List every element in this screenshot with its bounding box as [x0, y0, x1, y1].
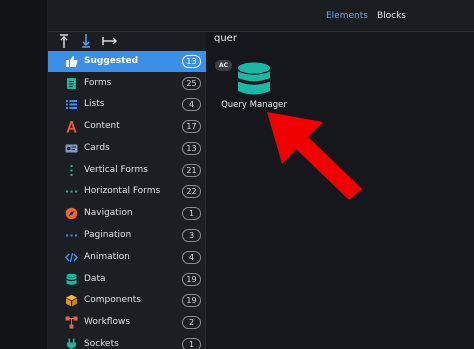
sidebar-item-label: Suggested: [84, 56, 139, 66]
tab-blocks[interactable]: Blocks: [377, 11, 406, 21]
count-badge: 17: [182, 120, 201, 133]
form-document-icon: [67, 78, 76, 89]
sidebar-item-data[interactable]: Data 19: [48, 269, 206, 290]
database-icon: [66, 273, 77, 285]
sidebar-item-label: Cards: [84, 143, 110, 153]
align-bottom-icon[interactable]: [81, 33, 91, 49]
tab-elements[interactable]: Elements: [326, 11, 368, 21]
sidebar-item-label: Components: [84, 295, 141, 305]
sidebar-item-animation[interactable]: Animation 4: [48, 247, 206, 268]
database-icon: [238, 62, 270, 95]
horizontal-dots-icon: [66, 190, 77, 193]
sidebar-item-vertical-forms[interactable]: Vertical Forms 21: [48, 160, 206, 181]
sidebar-item-lists[interactable]: Lists 4: [48, 94, 206, 115]
ac-badge: AC: [215, 60, 232, 71]
sidebar-item-label: Lists: [84, 99, 105, 109]
sidebar-item-content[interactable]: Content 17: [48, 116, 206, 137]
letter-a-icon: [66, 121, 77, 133]
sidebar-item-workflows[interactable]: Workflows 2: [48, 312, 206, 333]
count-badge: 13: [182, 55, 201, 68]
count-badge: 25: [182, 77, 201, 90]
tab-bar: Elements Blocks: [326, 11, 406, 21]
card-icon: [65, 144, 78, 153]
cube-icon: [66, 294, 77, 307]
pagination-dots-icon: [66, 234, 77, 237]
count-badge: 4: [182, 98, 201, 111]
thumbs-up-icon: [66, 56, 78, 67]
sidebar-item-label: Sockets: [84, 339, 119, 349]
vertical-dots-icon: [70, 165, 73, 176]
category-sidebar: Suggested 13 Forms 25 Lists 4 Content 17: [48, 51, 206, 349]
sidebar-item-label: Animation: [84, 252, 130, 262]
compass-icon: [65, 207, 78, 220]
sidebar-item-cards[interactable]: Cards 13: [48, 138, 206, 159]
sidebar-item-label: Pagination: [84, 230, 132, 240]
sidebar-item-forms[interactable]: Forms 25: [48, 73, 206, 94]
sidebar-item-label: Content: [84, 121, 120, 131]
count-badge: 2: [182, 316, 201, 329]
code-icon: [65, 252, 78, 263]
top-bar: Elements Blocks: [48, 0, 474, 32]
search-input[interactable]: quer: [214, 33, 474, 48]
align-top-icon[interactable]: [59, 33, 69, 49]
left-panel: [0, 0, 48, 349]
count-badge: 1: [182, 338, 201, 349]
workflow-icon: [65, 316, 78, 329]
list-icon: [66, 100, 77, 109]
count-badge: 19: [182, 294, 201, 307]
sidebar-item-label: Navigation: [84, 208, 133, 218]
count-badge: 4: [182, 251, 201, 264]
sidebar-item-sockets[interactable]: Sockets 1: [48, 334, 206, 349]
sidebar-item-label: Vertical Forms: [84, 165, 148, 175]
sort-toolbar: [48, 32, 206, 51]
count-badge: 21: [182, 164, 201, 177]
count-badge: 22: [182, 185, 201, 198]
sidebar-item-suggested[interactable]: Suggested 13: [48, 51, 206, 72]
red-arrow-annotation: [267, 112, 362, 200]
sidebar-item-horizontal-forms[interactable]: Horizontal Forms 22: [48, 181, 206, 202]
sidebar-item-label: Workflows: [84, 317, 131, 327]
sidebar-item-navigation[interactable]: Navigation 1: [48, 203, 206, 224]
result-label: Query Manager: [221, 100, 287, 110]
count-badge: 13: [182, 142, 201, 155]
sidebar-item-label: Forms: [84, 78, 112, 88]
count-badge: 19: [182, 273, 201, 286]
sidebar-item-components[interactable]: Components 19: [48, 290, 206, 311]
arrow-right-icon[interactable]: [102, 33, 118, 49]
sidebar-item-label: Data: [84, 274, 106, 284]
sidebar-item-pagination[interactable]: Pagination 3: [48, 225, 206, 246]
count-badge: 3: [182, 229, 201, 242]
count-badge: 1: [182, 207, 201, 220]
plug-icon: [67, 338, 76, 349]
sidebar-item-label: Horizontal Forms: [84, 186, 161, 196]
